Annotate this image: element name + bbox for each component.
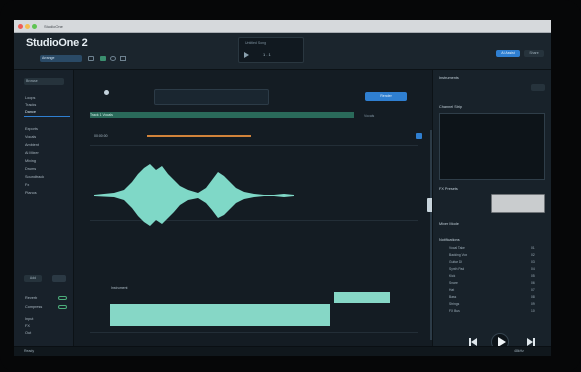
instrument-track-label: Instrument — [111, 286, 128, 290]
track-list-item[interactable]: Vocal Take — [449, 246, 465, 250]
toggle-switch[interactable] — [58, 305, 67, 309]
browser-item[interactable]: Mixing — [25, 159, 36, 163]
midi-region[interactable] — [110, 304, 330, 326]
section-title: FX Presets — [439, 187, 458, 191]
track-list-num: 05 — [531, 274, 535, 278]
status-text: Ready — [24, 349, 35, 353]
track-chip: Vocals — [364, 114, 375, 118]
track-list-item[interactable]: Backing Vox — [449, 253, 467, 257]
app-logo: StudioOne 2 — [26, 37, 88, 49]
track-list-num: 02 — [531, 253, 535, 257]
ai-assist-button[interactable]: AI Assist — [496, 50, 520, 57]
browser-item[interactable]: Vocals — [25, 135, 36, 139]
track-list-num: 09 — [531, 302, 535, 306]
browser-item[interactable]: Ambient — [25, 143, 39, 147]
transport-display: Untitled Song 1 . 1 — [238, 37, 304, 63]
audio-waveform[interactable] — [94, 160, 364, 230]
track-list-item[interactable]: Synth Pad — [449, 267, 464, 271]
record-icon[interactable] — [110, 56, 116, 61]
position-readout: 1 . 1 — [263, 52, 271, 57]
window-title: StudioOne — [44, 24, 63, 29]
track-list-item[interactable]: Bass — [449, 295, 456, 299]
edit-tool-icon[interactable] — [416, 133, 422, 139]
render-button[interactable]: Render — [365, 92, 407, 101]
zoom-window-button[interactable] — [32, 24, 37, 29]
track-list-num: 07 — [531, 288, 535, 292]
track-list-item[interactable]: FX Bus — [449, 309, 460, 313]
section-title: Channel Strip — [439, 105, 463, 109]
song-field: Untitled Song — [245, 41, 267, 45]
midi-region[interactable] — [334, 292, 390, 303]
list-item[interactable]: FX — [25, 324, 30, 328]
editor-area: Render Track 1 Vocals 00:00:00 Vocals In… — [74, 70, 435, 346]
track-list-num: 03 — [531, 260, 535, 264]
workspace-select[interactable]: Arrange — [40, 55, 82, 62]
browser-item[interactable]: Fx — [25, 183, 29, 187]
browser-item[interactable]: Pianos — [25, 191, 37, 195]
toggle-button[interactable] — [52, 275, 66, 282]
selection-underline — [24, 116, 70, 117]
track-list-item[interactable]: Hat — [449, 288, 454, 292]
browser-item[interactable]: Loops — [25, 96, 35, 100]
sample-rate: 48kHz — [514, 349, 524, 353]
play-icon[interactable] — [244, 52, 250, 58]
track-list-num: 06 — [531, 281, 535, 285]
track-list-item[interactable]: Strings — [449, 302, 459, 306]
section-title: Mixer Mode — [439, 222, 459, 226]
automation-line — [147, 135, 251, 137]
close-window-button[interactable] — [18, 24, 23, 29]
timeline-overview[interactable] — [154, 89, 269, 105]
folder-icon[interactable] — [88, 56, 94, 61]
track-list: Vocal Take 01 Backing Vox 02 Guitar DI 0… — [439, 246, 545, 326]
track-list-item[interactable]: Snare — [449, 281, 458, 285]
browser-item[interactable]: Drums — [25, 167, 36, 171]
grid-line — [90, 145, 418, 146]
skip-back-icon[interactable] — [471, 338, 477, 346]
track-list-num: 10 — [531, 309, 535, 313]
add-button[interactable]: Add — [24, 275, 42, 282]
browse-dropdown[interactable]: Browse — [24, 78, 64, 85]
track-list-item[interactable]: Kick — [449, 274, 455, 278]
section-title: Notifications — [439, 238, 460, 242]
share-button[interactable]: Share — [524, 50, 544, 57]
timeline-ruler[interactable] — [90, 112, 354, 118]
channel-strip-display[interactable] — [439, 113, 545, 180]
compress-option[interactable]: Compress — [25, 305, 42, 309]
grid-line — [90, 332, 418, 333]
track-list-num: 08 — [531, 295, 535, 299]
reverb-option[interactable]: Reverb — [25, 296, 37, 300]
browser-item[interactable]: Soundtrack — [25, 175, 44, 179]
browser-item[interactable]: Ai Mixer — [25, 151, 39, 155]
metronome-icon[interactable] — [104, 90, 109, 95]
inspector-panel: Instruments Channel Strip FX Presets Mix… — [432, 70, 551, 351]
toggle-switch[interactable] — [58, 296, 67, 300]
hardware-preset-image[interactable] — [491, 194, 545, 213]
track-header: Track 1 Vocals — [90, 113, 113, 117]
toolbar: StudioOne 2 Arrange Untitled Song 1 . 1 … — [14, 33, 551, 70]
skip-forward-bar — [533, 338, 535, 346]
track-time: 00:00:00 — [94, 134, 108, 138]
panel-button[interactable] — [531, 84, 545, 91]
settings-icon[interactable] — [120, 56, 126, 61]
browser-item-selected[interactable]: Dance — [25, 110, 36, 114]
app-window: StudioOne StudioOne 2 Arrange Untitled S… — [14, 20, 551, 356]
track-list-num: 04 — [531, 267, 535, 271]
list-item[interactable]: Out — [25, 331, 31, 335]
browser-item[interactable]: Exports — [25, 127, 38, 131]
loop-icon[interactable] — [100, 56, 106, 61]
browser-panel: Browse Loops Tracks Dance Exports Vocals… — [14, 70, 74, 346]
track-list-item[interactable]: Guitar DI — [449, 260, 462, 264]
list-item[interactable]: Input — [25, 317, 33, 321]
title-bar: StudioOne — [14, 20, 551, 33]
section-title: Instruments — [439, 76, 459, 80]
minimize-window-button[interactable] — [25, 24, 30, 29]
status-bar: Ready 48kHz — [14, 346, 551, 356]
browser-item[interactable]: Tracks — [25, 103, 36, 107]
track-list-num: 01 — [531, 246, 535, 250]
